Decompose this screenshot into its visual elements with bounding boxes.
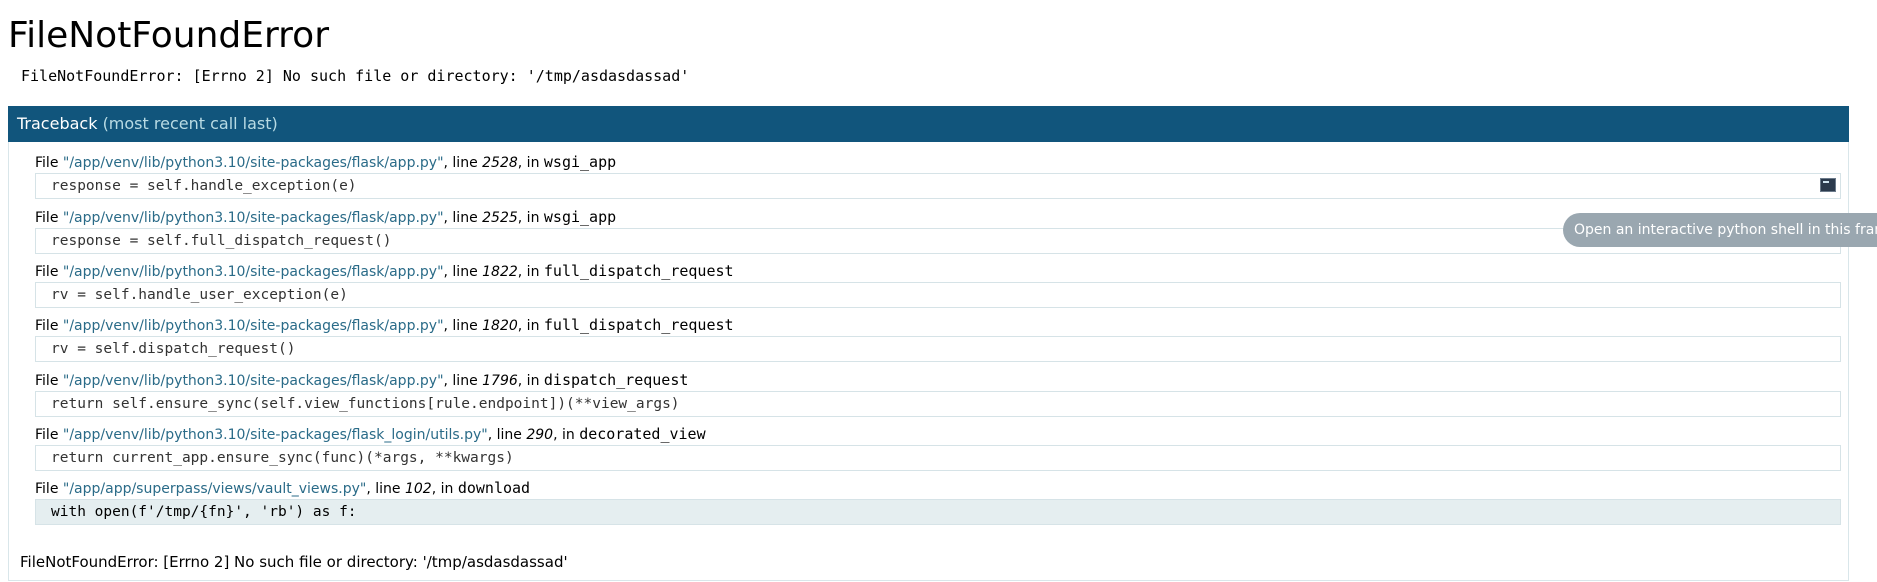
frame-file-prefix: File [35,210,63,226]
frame-in-word: , in [517,264,544,280]
frame-filename: "/app/venv/lib/python3.10/site-packages/… [62,318,444,334]
terminal-icon[interactable] [1820,178,1836,192]
frame-filename: "/app/venv/lib/python3.10/site-packages/… [62,427,488,443]
frame-code-line[interactable]: rv = self.handle_user_exception(e) [35,282,1841,308]
frame-file-prefix: File [35,373,63,389]
frame-file-prefix: File [35,264,63,280]
frame-header: File "/app/venv/lib/python3.10/site-pack… [35,261,734,281]
frame-in-word: , in [517,373,544,389]
final-exception: FileNotFoundError: [Errno 2] No such fil… [20,553,568,571]
frame-code: rv = self.dispatch_request() [51,341,296,357]
frame-function: full_dispatch_request [543,316,734,334]
frame-code-line-current[interactable]: with open(f'/tmp/{fn}', 'rb') as f: [35,499,1841,525]
frame-code: response = self.handle_exception(e) [51,178,357,194]
frame-function: wsgi_app [543,153,617,171]
traceback-sublabel: (most recent call last) [102,114,278,133]
frame-header: File "/app/venv/lib/python3.10/site-pack… [35,370,688,390]
frame-lineno: 1820 [482,318,518,334]
frame-function: decorated_view [579,425,706,443]
error-message: FileNotFoundError: [Errno 2] No such fil… [21,67,690,85]
frame-header: File "/app/venv/lib/python3.10/site-pack… [35,207,616,227]
frame-code: rv = self.handle_user_exception(e) [51,287,348,303]
frame-line-word: , line [443,318,483,334]
frame-code-line[interactable]: response = self.handle_exception(e) [35,173,1841,199]
frame-header: File "/app/venv/lib/python3.10/site-pack… [35,152,616,172]
frame-lineno: 1822 [482,264,518,280]
frame-line-word: , line [366,481,405,497]
frame-file-prefix: File [35,155,63,171]
frame-filename: "/app/venv/lib/python3.10/site-packages/… [62,155,444,171]
frame-file-prefix: File [35,427,63,443]
frame-header: File "/app/venv/lib/python3.10/site-pack… [35,315,734,335]
frame-function: dispatch_request [543,371,689,389]
frame-filename: "/app/venv/lib/python3.10/site-packages/… [62,210,444,226]
frame-lineno: 290 [526,427,554,443]
frame-function: download [457,479,531,497]
frame-code: return self.ensure_sync(self.view_functi… [51,396,680,412]
frame-function: full_dispatch_request [543,262,734,280]
frame-lineno: 2525 [482,210,518,226]
frame-header: File "/app/venv/lib/python3.10/site-pack… [35,424,706,444]
frame-line-word: , line [443,264,483,280]
traceback-label: Traceback [17,114,98,133]
frame-function: wsgi_app [543,208,617,226]
frame-filename: "/app/app/superpass/views/vault_views.py… [62,481,367,497]
frame-line-word: , line [443,210,483,226]
traceback-body: File "/app/venv/lib/python3.10/site-pack… [8,142,1849,581]
frame-code: with open(f'/tmp/{fn}', 'rb') as f: [51,504,357,520]
console-tooltip: Open an interactive python shell in this… [1563,213,1877,247]
frame-in-word: , in [431,481,458,497]
frame-filename: "/app/venv/lib/python3.10/site-packages/… [62,373,444,389]
page-title: FileNotFoundError [8,15,329,56]
frame-code-line[interactable]: return current_app.ensure_sync(func)(*ar… [35,445,1841,471]
frame-code-line[interactable]: return self.ensure_sync(self.view_functi… [35,391,1841,417]
frame-line-word: , line [443,155,483,171]
frame-code: return current_app.ensure_sync(func)(*ar… [51,450,514,466]
frame-in-word: , in [517,155,544,171]
frame-in-word: , in [517,210,544,226]
frame-lineno: 2528 [482,155,518,171]
frame-code-line[interactable]: rv = self.dispatch_request() [35,336,1841,362]
traceback-header[interactable]: Traceback (most recent call last) [8,106,1849,142]
frame-line-word: , line [487,427,527,443]
frame-file-prefix: File [35,481,63,497]
frame-file-prefix: File [35,318,63,334]
frame-line-word: , line [443,373,483,389]
frame-lineno: 1796 [482,373,518,389]
frame-lineno: 102 [404,481,432,497]
frame-header: File "/app/app/superpass/views/vault_vie… [35,478,530,498]
frame-in-word: , in [517,318,544,334]
frame-code: response = self.full_dispatch_request() [51,233,392,249]
frame-in-word: , in [553,427,580,443]
frame-filename: "/app/venv/lib/python3.10/site-packages/… [62,264,444,280]
